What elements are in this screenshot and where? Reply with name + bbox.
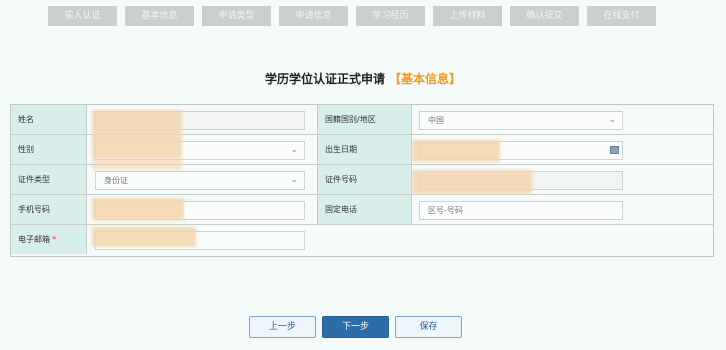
redaction-blur	[92, 198, 184, 220]
next-button[interactable]: 下一步	[322, 316, 389, 338]
landline-field[interactable]: 区号-号码	[419, 201, 623, 220]
landline-placeholder: 区号-号码	[428, 206, 463, 215]
id-type-label: 证件类型	[11, 165, 87, 194]
name-label: 姓名	[11, 105, 87, 134]
step-confirm-submit[interactable]: 确认提交	[510, 6, 579, 26]
email-label: 电子邮箱 *	[11, 225, 87, 254]
step-education-history[interactable]: 学习经历	[356, 6, 425, 26]
redaction-blur	[412, 140, 500, 162]
chevron-down-icon: ⌄	[290, 175, 298, 185]
redaction-blur	[92, 158, 182, 170]
step-application-info[interactable]: 申请信息	[279, 6, 348, 26]
page-title-main: 学历学位认证正式申请	[264, 72, 385, 86]
mobile-label: 手机号码	[11, 195, 87, 224]
save-button[interactable]: 保存	[395, 316, 462, 338]
chevron-down-icon: ⌄	[608, 115, 616, 125]
email-label-text: 电子邮箱	[18, 235, 50, 244]
nationality-label: 国籍国别/地区	[317, 105, 412, 134]
page-title-section: 【基本信息】	[389, 72, 462, 86]
redaction-blur	[412, 170, 532, 194]
calendar-icon[interactable]	[610, 146, 619, 154]
redaction-blur	[92, 227, 196, 247]
step-tabs: 实人认证 基本信息 申请类型 申请信息 学习经历 上传材料 确认提交 在线支付	[48, 6, 656, 26]
step-online-payment[interactable]: 在线支付	[587, 6, 656, 26]
id-type-value: 身份证	[104, 176, 128, 185]
landline-label: 固定电话	[317, 195, 412, 224]
step-real-name-auth[interactable]: 实人认证	[48, 6, 117, 26]
redaction-blur	[92, 110, 182, 158]
nationality-value: 中国	[428, 116, 444, 125]
id-number-label: 证件号码	[317, 165, 412, 194]
id-type-select[interactable]: 身份证 ⌄	[95, 171, 305, 190]
chevron-down-icon: ⌄	[290, 145, 298, 155]
prev-button[interactable]: 上一步	[249, 316, 316, 338]
page-title: 学历学位认证正式申请 【基本信息】	[0, 70, 726, 87]
nationality-select[interactable]: 中国 ⌄	[419, 111, 623, 130]
gender-label: 性别	[11, 135, 87, 164]
step-application-type[interactable]: 申请类型	[202, 6, 271, 26]
step-basic-info[interactable]: 基本信息	[125, 6, 194, 26]
step-upload-materials[interactable]: 上传材料	[433, 6, 502, 26]
required-mark: *	[52, 235, 56, 244]
birth-date-label: 出生日期	[317, 135, 412, 164]
action-buttons: 上一步 下一步 保存	[249, 316, 462, 338]
